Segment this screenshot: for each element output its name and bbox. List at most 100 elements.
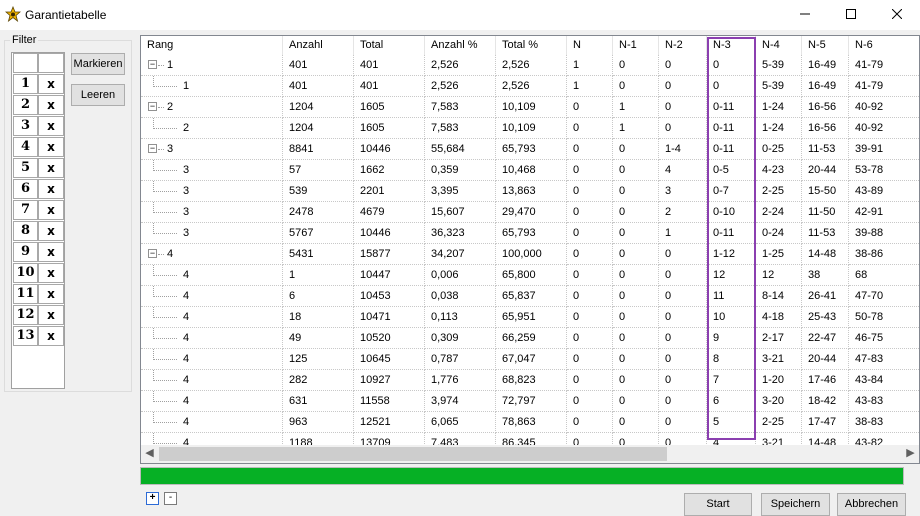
table-row[interactable]: −4 5431 15877 34,207 100,000 0 0 0 1-12 1-25 14-48… (141, 244, 919, 265)
filter-row[interactable]: 2x (13, 95, 64, 115)
filter-mark[interactable]: x (38, 95, 64, 115)
column-header[interactable]: N-3 (707, 36, 756, 55)
filter-row[interactable]: 12 x (13, 305, 64, 325)
rang-cell[interactable]: 4 (141, 307, 283, 328)
table-row[interactable]: 3 539 2201 3,395 13,863 0 0 3 0-7 2-25 15-50 43-89 (141, 181, 919, 202)
table-cell: 25-43 (802, 307, 849, 328)
filter-mark[interactable]: x (38, 137, 64, 157)
filter-mark[interactable]: x (38, 158, 64, 178)
filter-mark[interactable]: x (38, 200, 64, 220)
table-row[interactable]: 4 282 10927 1,776 68,823 0 0 0 7 1-20 17-46 43-84 (141, 370, 919, 391)
close-button[interactable] (874, 0, 920, 30)
rang-cell[interactable]: 4 (141, 349, 283, 370)
clear-button[interactable]: Leeren (71, 84, 125, 106)
rang-cell[interactable]: −1 (141, 55, 283, 76)
maximize-button[interactable] (828, 0, 874, 30)
column-header[interactable]: Total % (496, 36, 567, 55)
filter-row[interactable]: 8x (13, 221, 64, 241)
table-row[interactable]: 4 125 10645 0,787 67,047 0 0 0 8 3-21 20-44 47-83 (141, 349, 919, 370)
rang-cell[interactable]: 3 (141, 181, 283, 202)
save-button[interactable]: Speichern (761, 493, 830, 516)
rang-label: 4 (183, 269, 190, 281)
collapse-icon[interactable]: − (148, 102, 157, 111)
expand-all-button[interactable]: + (146, 492, 159, 505)
filter-row[interactable]: 1x (13, 74, 64, 94)
rang-cell[interactable]: 1 (141, 76, 283, 97)
collapse-icon[interactable]: − (148, 249, 157, 258)
cancel-button[interactable]: Abbrechen (837, 493, 906, 516)
rang-cell[interactable]: 4 (141, 286, 283, 307)
minimize-icon (800, 13, 810, 15)
table-row[interactable]: −3 8841 10446 55,684 65,793 0 0 1-4 0-11 0-25 11-5… (141, 139, 919, 160)
rang-cell[interactable]: 4 (141, 391, 283, 412)
filter-list[interactable]: 1 x 2 x 3 x 4 x 5 x 6 x 7 x 8 x 9 x 10 x 11 x 12 x 13 x (11, 52, 65, 389)
rang-cell[interactable]: 3 (141, 202, 283, 223)
table-row[interactable]: 1 401 401 2,526 2,526 1 0 0 0 5-39 16-49 41-79 (141, 76, 919, 97)
filter-row[interactable]: 5x (13, 158, 64, 178)
table-row[interactable]: 4 631 11558 3,974 72,797 0 0 0 6 3-20 18-42 43-83 (141, 391, 919, 412)
rang-label: 3 (183, 185, 190, 197)
scroll-left-icon[interactable]: ◀ (141, 445, 158, 463)
column-header[interactable]: N-1 (613, 36, 659, 55)
guarantee-table[interactable]: Rang Anzahl Total Anzahl % Total % N N-1 N-2 N-3… (140, 35, 920, 464)
column-header[interactable]: N (567, 36, 613, 55)
table-row[interactable]: 4 6 10453 0,038 65,837 0 0 0 11 8-14 26-41 47-70 (141, 286, 919, 307)
scroll-right-icon[interactable]: ▶ (902, 445, 919, 463)
start-button[interactable]: Start (684, 493, 752, 516)
mark-button[interactable]: Markieren (71, 53, 125, 75)
filter-row[interactable]: 13 x (13, 326, 64, 346)
table-cell: 10446 (354, 139, 425, 160)
filter-mark[interactable]: x (38, 263, 64, 283)
filter-mark[interactable]: x (38, 179, 64, 199)
table-row[interactable]: 3 5767 10446 36,323 65,793 0 0 1 0-11 0-24 11-53 39… (141, 223, 919, 244)
column-header[interactable]: Anzahl (283, 36, 354, 55)
scrollbar-thumb[interactable] (159, 447, 667, 461)
minimize-button[interactable] (782, 0, 828, 30)
rang-cell[interactable]: 3 (141, 223, 283, 244)
rang-cell[interactable]: −4 (141, 244, 283, 265)
filter-mark[interactable]: x (38, 221, 64, 241)
table-cell: 0,787 (425, 349, 496, 370)
column-header[interactable]: N-6 (849, 36, 919, 55)
filter-row[interactable]: 11 x (13, 284, 64, 304)
filter-row[interactable]: 7x (13, 200, 64, 220)
filter-row[interactable]: 9x (13, 242, 64, 262)
column-header[interactable]: N-2 (659, 36, 707, 55)
rang-cell[interactable]: 2 (141, 118, 283, 139)
table-row[interactable]: 3 57 1662 0,359 10,468 0 0 4 0-5 4-23 20-44 53-78 (141, 160, 919, 181)
table-row[interactable]: 4 18 10471 0,113 65,951 0 0 0 10 4-18 25-43 50-78 (141, 307, 919, 328)
table-row[interactable]: 4 49 10520 0,309 66,259 0 0 0 9 2-17 22-47 46-75 (141, 328, 919, 349)
column-header[interactable]: N-5 (802, 36, 849, 55)
rang-cell[interactable]: 4 (141, 265, 283, 286)
column-header[interactable]: Anzahl % (425, 36, 496, 55)
table-row[interactable]: 2 1204 1605 7,583 10,109 0 1 0 0-11 1-24 16-56 40-9… (141, 118, 919, 139)
filter-row[interactable]: 6x (13, 179, 64, 199)
table-row[interactable]: −1 401 401 2,526 2,526 1 0 0 0 5-39 16-49 41-79 (141, 55, 919, 76)
collapse-icon[interactable]: − (148, 144, 157, 153)
rang-cell[interactable]: 4 (141, 412, 283, 433)
filter-mark[interactable]: x (38, 116, 64, 136)
column-header[interactable]: Total (354, 36, 425, 55)
table-row[interactable]: −2 1204 1605 7,583 10,109 0 1 0 0-11 1-24 16-56 40-… (141, 97, 919, 118)
rang-cell[interactable]: −3 (141, 139, 283, 160)
column-header[interactable]: N-4 (756, 36, 802, 55)
rang-cell[interactable]: 4 (141, 370, 283, 391)
collapse-icon[interactable]: − (148, 60, 157, 69)
horizontal-scrollbar[interactable]: ◀ ▶ (141, 445, 919, 463)
filter-mark[interactable]: x (38, 326, 64, 346)
rang-cell[interactable]: 3 (141, 160, 283, 181)
filter-row[interactable]: 4x (13, 137, 64, 157)
collapse-all-button[interactable]: - (164, 492, 177, 505)
table-row[interactable]: 3 2478 4679 15,607 29,470 0 0 2 0-10 2-24 11-50 42-… (141, 202, 919, 223)
rang-cell[interactable]: −2 (141, 97, 283, 118)
rang-cell[interactable]: 4 (141, 328, 283, 349)
filter-row[interactable]: 10 x (13, 263, 64, 283)
filter-row[interactable]: 3x (13, 116, 64, 136)
filter-mark[interactable]: x (38, 242, 64, 262)
filter-mark[interactable]: x (38, 74, 64, 94)
filter-mark[interactable]: x (38, 305, 64, 325)
filter-mark[interactable]: x (38, 284, 64, 304)
column-header[interactable]: Rang (141, 36, 283, 55)
table-row[interactable]: 4 1 10447 0,006 65,800 0 0 0 12 12 38 68 (141, 265, 919, 286)
table-row[interactable]: 4 963 12521 6,065 78,863 0 0 0 5 2-25 17-47 38-83 (141, 412, 919, 433)
